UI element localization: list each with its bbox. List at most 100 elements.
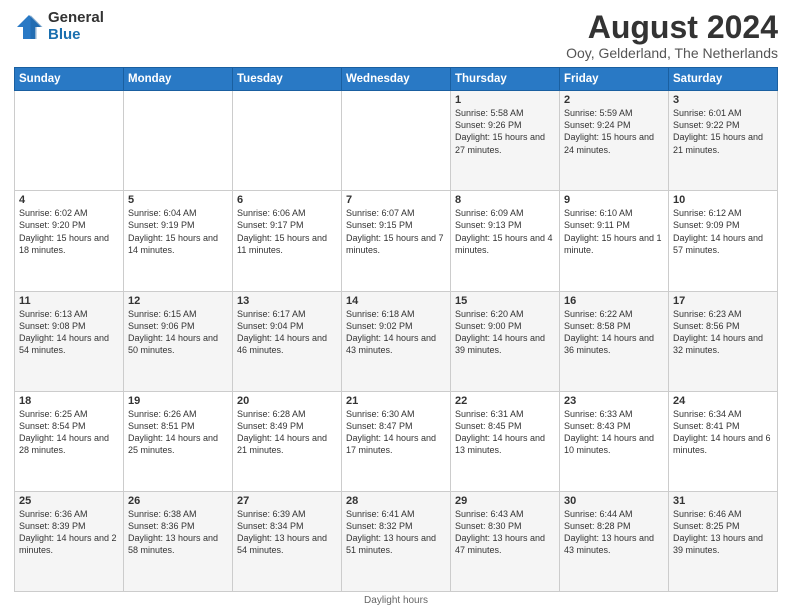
calendar-cell: 27Sunrise: 6:39 AM Sunset: 8:34 PM Dayli… — [233, 491, 342, 591]
day-info: Sunrise: 6:02 AM Sunset: 9:20 PM Dayligh… — [19, 207, 119, 256]
calendar-cell: 7Sunrise: 6:07 AM Sunset: 9:15 PM Daylig… — [342, 191, 451, 291]
calendar-cell: 8Sunrise: 6:09 AM Sunset: 9:13 PM Daylig… — [451, 191, 560, 291]
logo: General Blue — [14, 10, 104, 43]
day-number: 17 — [673, 295, 773, 307]
day-number: 6 — [237, 194, 337, 206]
day-number: 11 — [19, 295, 119, 307]
day-info: Sunrise: 6:23 AM Sunset: 8:56 PM Dayligh… — [673, 308, 773, 357]
calendar-cell: 9Sunrise: 6:10 AM Sunset: 9:11 PM Daylig… — [560, 191, 669, 291]
day-info: Sunrise: 6:28 AM Sunset: 8:49 PM Dayligh… — [237, 408, 337, 457]
day-number: 5 — [128, 194, 228, 206]
day-info: Sunrise: 5:58 AM Sunset: 9:26 PM Dayligh… — [455, 107, 555, 156]
footer-text: Daylight hours — [364, 595, 428, 606]
calendar-cell: 31Sunrise: 6:46 AM Sunset: 8:25 PM Dayli… — [669, 491, 778, 591]
day-info: Sunrise: 6:01 AM Sunset: 9:22 PM Dayligh… — [673, 107, 773, 156]
col-tuesday: Tuesday — [233, 68, 342, 91]
calendar-cell: 2Sunrise: 5:59 AM Sunset: 9:24 PM Daylig… — [560, 91, 669, 191]
day-info: Sunrise: 5:59 AM Sunset: 9:24 PM Dayligh… — [564, 107, 664, 156]
day-number: 4 — [19, 194, 119, 206]
calendar-cell: 3Sunrise: 6:01 AM Sunset: 9:22 PM Daylig… — [669, 91, 778, 191]
calendar-cell — [342, 91, 451, 191]
day-number: 25 — [19, 495, 119, 507]
day-number: 28 — [346, 495, 446, 507]
calendar-header: Sunday Monday Tuesday Wednesday Thursday… — [15, 68, 778, 91]
calendar-cell: 23Sunrise: 6:33 AM Sunset: 8:43 PM Dayli… — [560, 391, 669, 491]
calendar-cell: 5Sunrise: 6:04 AM Sunset: 9:19 PM Daylig… — [124, 191, 233, 291]
logo-icon — [14, 12, 44, 42]
day-info: Sunrise: 6:44 AM Sunset: 8:28 PM Dayligh… — [564, 508, 664, 557]
calendar-cell: 18Sunrise: 6:25 AM Sunset: 8:54 PM Dayli… — [15, 391, 124, 491]
header: General Blue August 2024 Ooy, Gelderland… — [14, 10, 778, 61]
day-info: Sunrise: 6:25 AM Sunset: 8:54 PM Dayligh… — [19, 408, 119, 457]
day-number: 10 — [673, 194, 773, 206]
day-number: 7 — [346, 194, 446, 206]
day-info: Sunrise: 6:41 AM Sunset: 8:32 PM Dayligh… — [346, 508, 446, 557]
calendar-cell: 15Sunrise: 6:20 AM Sunset: 9:00 PM Dayli… — [451, 291, 560, 391]
calendar-cell: 12Sunrise: 6:15 AM Sunset: 9:06 PM Dayli… — [124, 291, 233, 391]
day-info: Sunrise: 6:46 AM Sunset: 8:25 PM Dayligh… — [673, 508, 773, 557]
day-info: Sunrise: 6:38 AM Sunset: 8:36 PM Dayligh… — [128, 508, 228, 557]
day-info: Sunrise: 6:04 AM Sunset: 9:19 PM Dayligh… — [128, 207, 228, 256]
calendar-week-4: 18Sunrise: 6:25 AM Sunset: 8:54 PM Dayli… — [15, 391, 778, 491]
day-number: 31 — [673, 495, 773, 507]
day-info: Sunrise: 6:06 AM Sunset: 9:17 PM Dayligh… — [237, 207, 337, 256]
calendar-cell: 19Sunrise: 6:26 AM Sunset: 8:51 PM Dayli… — [124, 391, 233, 491]
day-number: 22 — [455, 395, 555, 407]
day-number: 29 — [455, 495, 555, 507]
calendar-cell: 28Sunrise: 6:41 AM Sunset: 8:32 PM Dayli… — [342, 491, 451, 591]
day-number: 8 — [455, 194, 555, 206]
subtitle: Ooy, Gelderland, The Netherlands — [566, 45, 778, 61]
logo-general-text: General — [48, 10, 104, 27]
col-friday: Friday — [560, 68, 669, 91]
day-number: 14 — [346, 295, 446, 307]
day-number: 26 — [128, 495, 228, 507]
title-block: August 2024 Ooy, Gelderland, The Netherl… — [566, 10, 778, 61]
day-info: Sunrise: 6:17 AM Sunset: 9:04 PM Dayligh… — [237, 308, 337, 357]
calendar-cell: 14Sunrise: 6:18 AM Sunset: 9:02 PM Dayli… — [342, 291, 451, 391]
day-info: Sunrise: 6:31 AM Sunset: 8:45 PM Dayligh… — [455, 408, 555, 457]
day-number: 23 — [564, 395, 664, 407]
day-number: 21 — [346, 395, 446, 407]
day-number: 24 — [673, 395, 773, 407]
day-info: Sunrise: 6:20 AM Sunset: 9:00 PM Dayligh… — [455, 308, 555, 357]
footer: Daylight hours — [14, 592, 778, 606]
day-info: Sunrise: 6:09 AM Sunset: 9:13 PM Dayligh… — [455, 207, 555, 256]
calendar-cell: 22Sunrise: 6:31 AM Sunset: 8:45 PM Dayli… — [451, 391, 560, 491]
calendar: Sunday Monday Tuesday Wednesday Thursday… — [14, 67, 778, 592]
day-info: Sunrise: 6:34 AM Sunset: 8:41 PM Dayligh… — [673, 408, 773, 457]
day-number: 13 — [237, 295, 337, 307]
calendar-cell: 16Sunrise: 6:22 AM Sunset: 8:58 PM Dayli… — [560, 291, 669, 391]
day-number: 27 — [237, 495, 337, 507]
calendar-week-1: 1Sunrise: 5:58 AM Sunset: 9:26 PM Daylig… — [15, 91, 778, 191]
day-info: Sunrise: 6:36 AM Sunset: 8:39 PM Dayligh… — [19, 508, 119, 557]
day-number: 12 — [128, 295, 228, 307]
calendar-cell: 1Sunrise: 5:58 AM Sunset: 9:26 PM Daylig… — [451, 91, 560, 191]
calendar-cell: 20Sunrise: 6:28 AM Sunset: 8:49 PM Dayli… — [233, 391, 342, 491]
day-info: Sunrise: 6:07 AM Sunset: 9:15 PM Dayligh… — [346, 207, 446, 256]
calendar-week-3: 11Sunrise: 6:13 AM Sunset: 9:08 PM Dayli… — [15, 291, 778, 391]
calendar-cell: 10Sunrise: 6:12 AM Sunset: 9:09 PM Dayli… — [669, 191, 778, 291]
col-sunday: Sunday — [15, 68, 124, 91]
day-number: 18 — [19, 395, 119, 407]
calendar-cell — [124, 91, 233, 191]
col-monday: Monday — [124, 68, 233, 91]
day-number: 16 — [564, 295, 664, 307]
day-info: Sunrise: 6:18 AM Sunset: 9:02 PM Dayligh… — [346, 308, 446, 357]
page: General Blue August 2024 Ooy, Gelderland… — [0, 0, 792, 612]
calendar-table: Sunday Monday Tuesday Wednesday Thursday… — [14, 67, 778, 592]
calendar-cell — [233, 91, 342, 191]
calendar-cell: 13Sunrise: 6:17 AM Sunset: 9:04 PM Dayli… — [233, 291, 342, 391]
col-wednesday: Wednesday — [342, 68, 451, 91]
day-number: 15 — [455, 295, 555, 307]
day-number: 20 — [237, 395, 337, 407]
calendar-body: 1Sunrise: 5:58 AM Sunset: 9:26 PM Daylig… — [15, 91, 778, 592]
day-info: Sunrise: 6:10 AM Sunset: 9:11 PM Dayligh… — [564, 207, 664, 256]
day-info: Sunrise: 6:22 AM Sunset: 8:58 PM Dayligh… — [564, 308, 664, 357]
calendar-week-5: 25Sunrise: 6:36 AM Sunset: 8:39 PM Dayli… — [15, 491, 778, 591]
day-info: Sunrise: 6:13 AM Sunset: 9:08 PM Dayligh… — [19, 308, 119, 357]
calendar-cell: 29Sunrise: 6:43 AM Sunset: 8:30 PM Dayli… — [451, 491, 560, 591]
calendar-cell — [15, 91, 124, 191]
calendar-week-2: 4Sunrise: 6:02 AM Sunset: 9:20 PM Daylig… — [15, 191, 778, 291]
main-title: August 2024 — [566, 10, 778, 45]
logo-text: General Blue — [48, 10, 104, 43]
